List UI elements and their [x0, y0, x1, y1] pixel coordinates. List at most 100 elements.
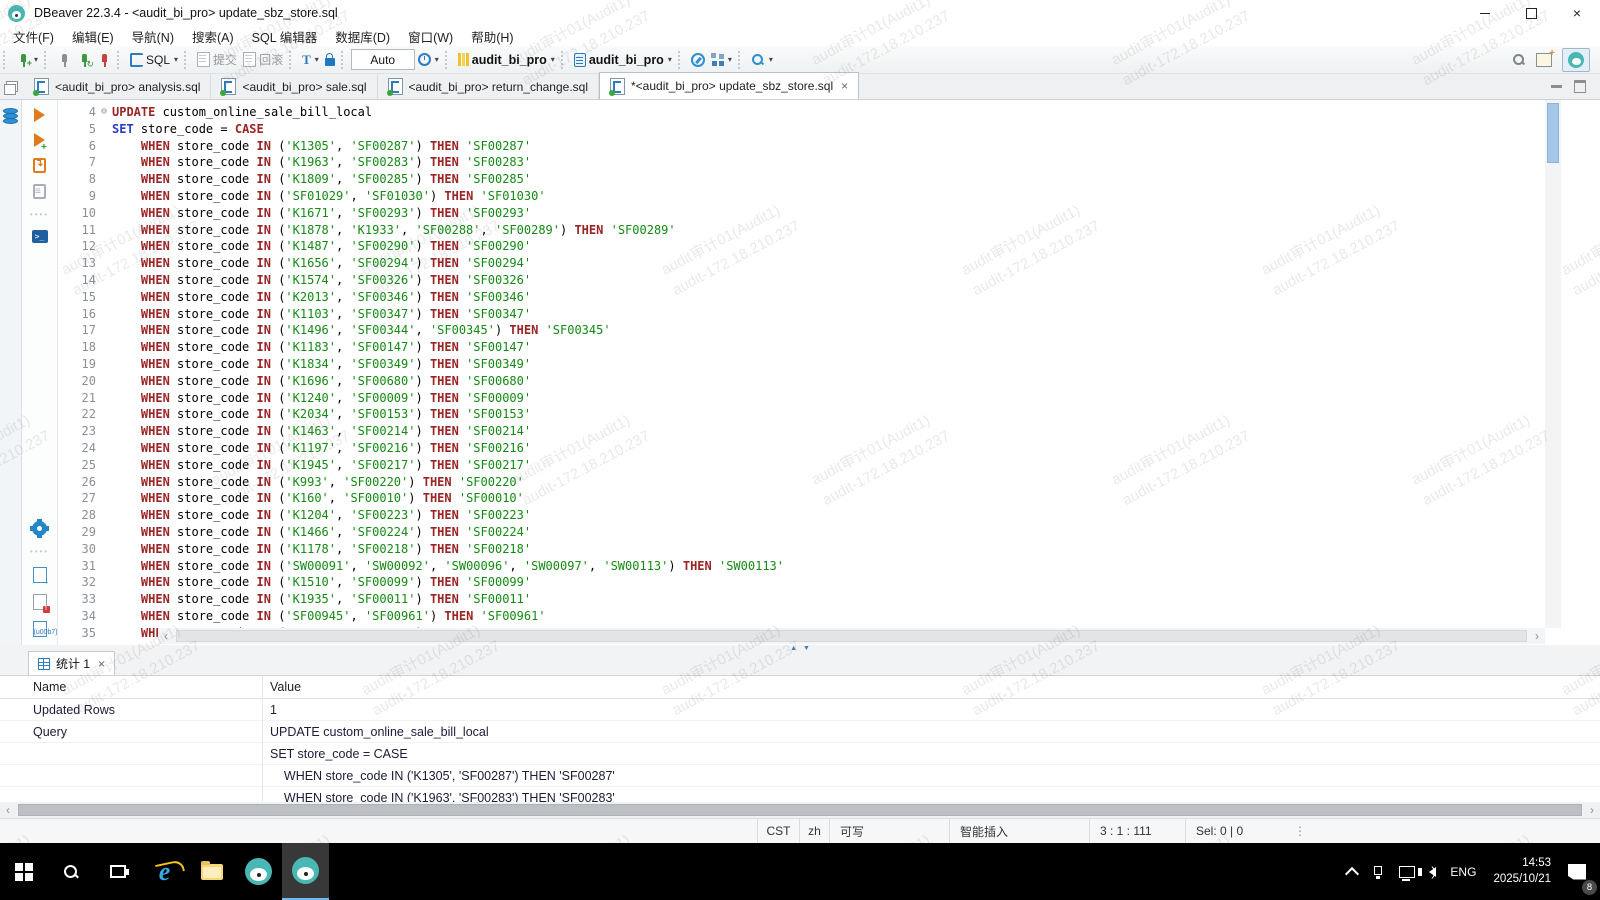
tab-update-sbz-store-sql[interactable]: *<audit_bi_pro> update_sbz_store.sql × [599, 72, 859, 99]
table-row[interactable]: WHEN store_code IN ('K1963', 'SF00283') … [0, 787, 1600, 802]
code-line[interactable]: 30 WHEN store_code IN ('K1178', 'SF00218… [58, 541, 1600, 558]
code-line[interactable]: 25 WHEN store_code IN ('K1945', 'SF00217… [58, 457, 1600, 474]
table-row[interactable]: WHEN store_code IN ('K1305', 'SF00287') … [0, 765, 1600, 787]
code-line[interactable]: 19 WHEN store_code IN ('K1834', 'SF00349… [58, 356, 1600, 373]
task-view-button[interactable] [94, 843, 141, 900]
status-caret-position[interactable]: 3 : 1 : 111 [1090, 819, 1186, 843]
tray-expand-button[interactable] [1340, 843, 1364, 900]
code-line[interactable]: 17 WHEN store_code IN ('K1496', 'SF00344… [58, 322, 1600, 339]
maximize-button[interactable] [1508, 0, 1554, 26]
column-header-name[interactable]: Name [0, 680, 262, 694]
scroll-left-icon[interactable]: ‹ [158, 628, 174, 644]
code-line[interactable]: 23 WHEN store_code IN ('K1463', 'SF00214… [58, 423, 1600, 440]
code-line[interactable]: 22 WHEN store_code IN ('K2034', 'SF00153… [58, 406, 1600, 423]
open-console-icon[interactable]: >_ [32, 230, 48, 243]
column-header-value[interactable]: Value [262, 680, 301, 694]
results-horizontal-scrollbar[interactable]: ‹ › [0, 802, 1600, 818]
code-line[interactable]: 24 WHEN store_code IN ('K1197', 'SF00216… [58, 440, 1600, 457]
menu-help[interactable]: 帮助(H) [462, 26, 522, 46]
editor-horizontal-scrollbar[interactable]: ‹ › [158, 628, 1545, 644]
status-insert-mode[interactable]: 智能插入 [950, 819, 1090, 843]
reconnect-button[interactable]: ↻ [74, 51, 94, 69]
plan-button[interactable]: ▾ [708, 51, 735, 68]
language-indicator[interactable]: ENG [1443, 843, 1483, 900]
transaction-lock-button[interactable] [322, 52, 338, 68]
status-writable[interactable]: 可写 [830, 819, 950, 843]
code-line[interactable]: 16 WHEN store_code IN ('K1103', 'SF00347… [58, 306, 1600, 323]
database-navigator-icon[interactable] [3, 108, 18, 124]
column-divider[interactable] [262, 676, 263, 802]
sql-editor-button[interactable]: SQL ▾ [127, 51, 181, 69]
quick-access-search-icon[interactable] [1512, 53, 1526, 67]
datasource-selector[interactable]: audit_bi_pro ▾ [455, 51, 558, 69]
taskbar-search-button[interactable] [47, 843, 94, 900]
tab-return-change-sql[interactable]: <audit_bi_pro> return_change.sql [378, 74, 599, 99]
menu-sql-editor[interactable]: SQL 编辑器 [243, 26, 327, 46]
minimize-editor-icon[interactable] [1551, 85, 1562, 88]
scrollbar-thumb[interactable] [18, 804, 1582, 816]
code-line[interactable]: 15 WHEN store_code IN ('K2013', 'SF00346… [58, 289, 1600, 306]
menu-search[interactable]: 搜索(A) [183, 26, 243, 46]
search-button[interactable]: ▾ [748, 51, 776, 69]
explain-plan-icon[interactable] [33, 184, 46, 199]
volume-tray-button[interactable] [1422, 843, 1443, 900]
execute-script-icon[interactable] [33, 158, 46, 173]
minimize-button[interactable] [1462, 0, 1508, 26]
table-row[interactable]: QueryUPDATE custom_online_sale_bill_loca… [0, 721, 1600, 743]
tab-analysis-sql[interactable]: <audit_bi_pro> analysis.sql [24, 74, 211, 99]
tab-sale-sql[interactable]: <audit_bi_pro> sale.sql [211, 74, 377, 99]
code-line[interactable]: 31 WHEN store_code IN ('SW00091', 'SW000… [58, 558, 1600, 575]
code-line[interactable]: 29 WHEN store_code IN ('K1466', 'SF00224… [58, 524, 1600, 541]
sash-collapse-up-icon[interactable]: ▲ [790, 645, 797, 653]
tab-close-icon[interactable]: × [841, 79, 848, 93]
open-perspective-icon[interactable] [1536, 53, 1552, 67]
new-connection-button[interactable]: + ▾ [13, 51, 41, 69]
code-line[interactable]: 6 WHEN store_code IN ('K1305', 'SF00287'… [58, 138, 1600, 155]
usb-tray-button[interactable] [1364, 843, 1392, 900]
table-row[interactable]: Updated Rows1 [0, 699, 1600, 721]
file-explorer-button[interactable] [188, 843, 235, 900]
dbeaver-taskbar-button-active[interactable] [282, 843, 329, 900]
code-line[interactable]: 9 WHEN store_code IN ('SF01029', 'SF0103… [58, 188, 1600, 205]
code-line[interactable]: 10 WHEN store_code IN ('K1671', 'SF00293… [58, 205, 1600, 222]
rollback-button[interactable]: 回滚 [240, 49, 286, 70]
commit-button[interactable]: 提交 [194, 49, 240, 70]
code-line[interactable]: 32 WHEN store_code IN ('K1510', 'SF00099… [58, 574, 1600, 591]
connect-button[interactable] [54, 51, 74, 69]
export-result-icon[interactable] [33, 567, 47, 583]
editor-vertical-scrollbar[interactable] [1545, 100, 1561, 628]
scroll-right-icon[interactable]: › [1584, 802, 1600, 818]
gear-icon[interactable] [32, 521, 47, 536]
start-button[interactable] [0, 843, 47, 900]
code-line[interactable]: 27 WHEN store_code IN ('K160', 'SF00010'… [58, 490, 1600, 507]
code-line[interactable]: 8 WHEN store_code IN ('K1809', 'SF00285'… [58, 171, 1600, 188]
dbeaver-taskbar-button[interactable] [235, 843, 282, 900]
code-line[interactable]: 21 WHEN store_code IN ('K1240', 'SF00009… [58, 390, 1600, 407]
scrollbar-thumb[interactable] [176, 630, 1527, 642]
tab-statistics[interactable]: 统计 1 × [28, 651, 115, 675]
code-line[interactable]: 12 WHEN store_code IN ('K1487', 'SF00290… [58, 238, 1600, 255]
output-view-icon[interactable] [33, 621, 47, 637]
restore-panel-icon[interactable] [6, 81, 18, 92]
scroll-left-icon[interactable]: ‹ [0, 802, 16, 818]
code-line[interactable]: 14 WHEN store_code IN ('K1574', 'SF00326… [58, 272, 1600, 289]
commit-mode-select[interactable]: Auto [351, 49, 415, 70]
scrollbar-thumb[interactable] [1547, 103, 1559, 163]
code-line[interactable]: 4⊖UPDATE custom_online_sale_bill_local [58, 104, 1600, 121]
code-line[interactable]: 28 WHEN store_code IN ('K1204', 'SF00223… [58, 507, 1600, 524]
close-button[interactable]: × [1554, 0, 1600, 26]
sash-collapse-down-icon[interactable]: ▼ [803, 645, 810, 653]
menu-database[interactable]: 数据库(D) [326, 26, 399, 46]
code-line[interactable]: 20 WHEN store_code IN ('K1696', 'SF00680… [58, 373, 1600, 390]
maximize-editor-icon[interactable] [1574, 80, 1586, 93]
menu-navigate[interactable]: 导航(N) [123, 26, 183, 46]
sql-code-area[interactable]: 4⊖UPDATE custom_online_sale_bill_local5S… [58, 100, 1600, 645]
execute-in-new-tab-icon[interactable]: + [34, 133, 45, 147]
error-log-icon[interactable] [33, 594, 47, 610]
code-line[interactable]: 7 WHEN store_code IN ('K1963', 'SF00283'… [58, 154, 1600, 171]
code-line[interactable]: 5SET store_code = CASE [58, 121, 1600, 138]
menu-file[interactable]: 文件(F) [4, 26, 63, 46]
execute-statement-icon[interactable] [34, 108, 45, 122]
code-line[interactable]: 33 WHEN store_code IN ('K1935', 'SF00011… [58, 591, 1600, 608]
disconnect-button[interactable] [94, 51, 114, 69]
